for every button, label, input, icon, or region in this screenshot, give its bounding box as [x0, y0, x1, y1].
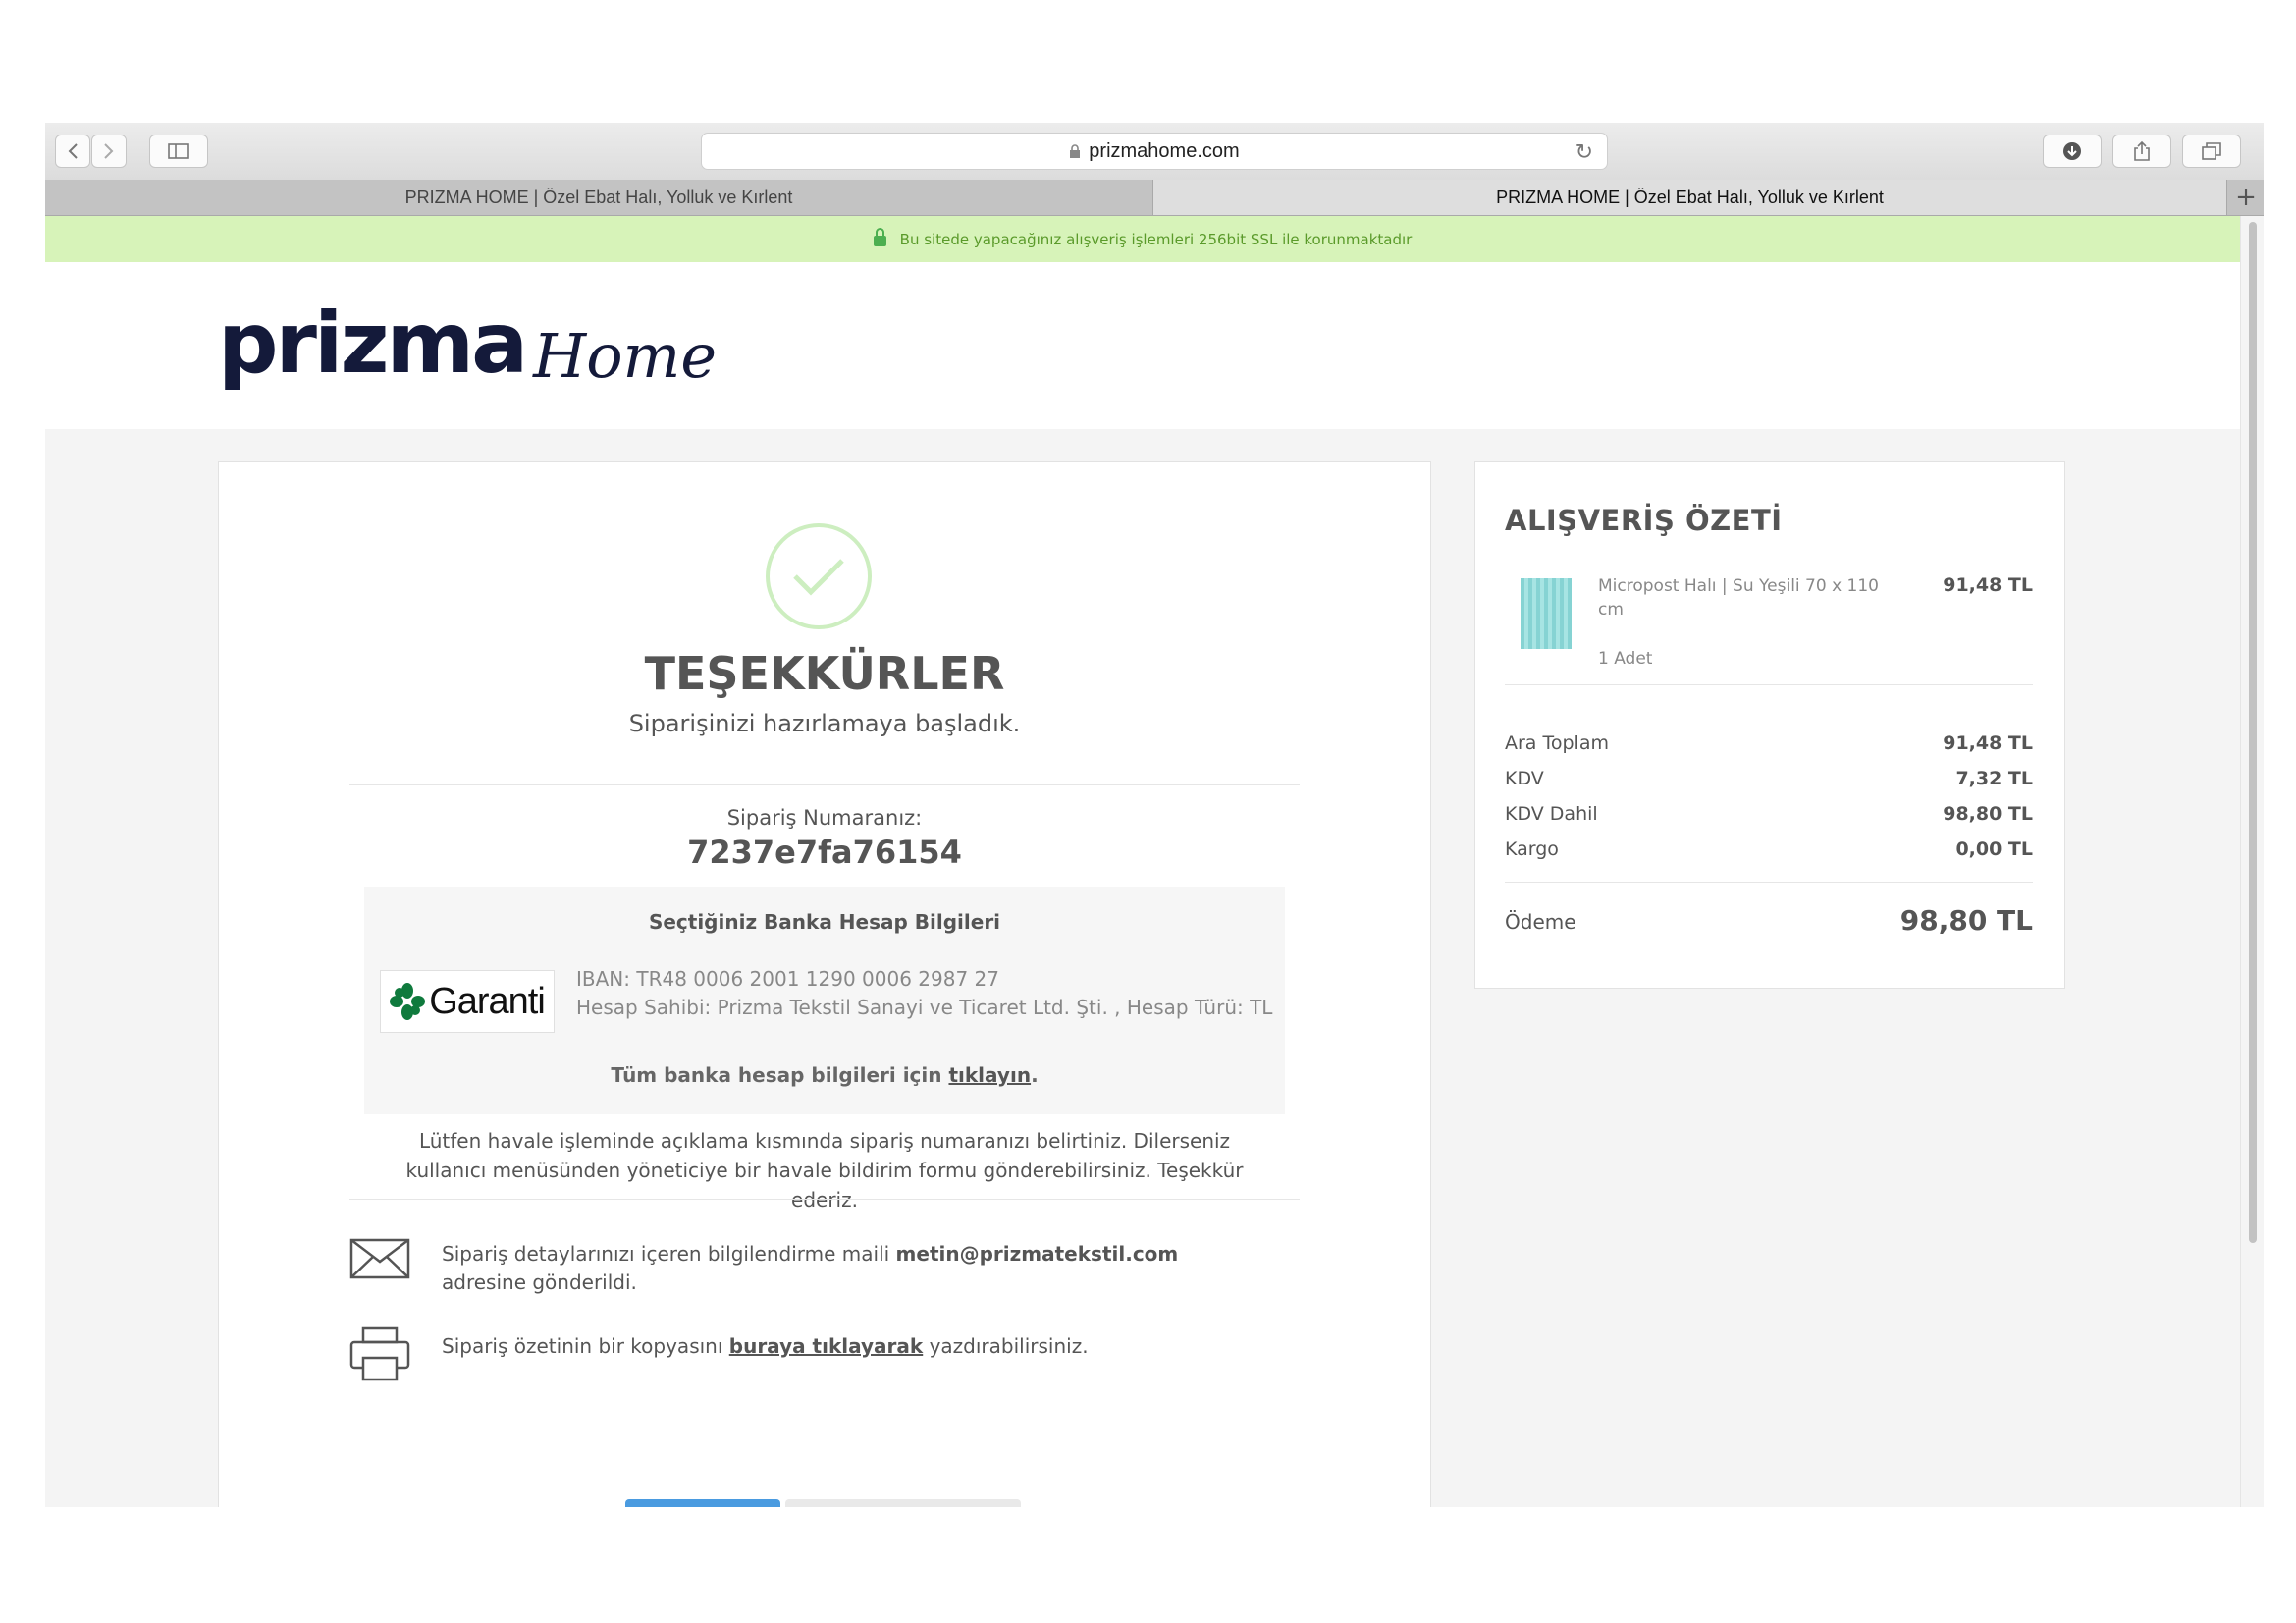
summary-row-label: KDV [1505, 768, 1544, 789]
all-accounts-prefix: Tüm banka hesap bilgileri için [611, 1063, 949, 1087]
product-name[interactable]: Micropost Halı | Su Yeşili 70 x 110 cm [1598, 574, 1893, 622]
tabs-icon [2202, 142, 2221, 160]
site-logo[interactable]: prizma Home [218, 295, 717, 393]
garanti-logo: Garanti [380, 970, 555, 1033]
all-accounts-suffix: . [1031, 1063, 1039, 1087]
tab-title: PRIZMA HOME | Özel Ebat Halı, Yolluk ve … [404, 187, 793, 207]
summary-row-subtotal: Ara Toplam 91,48 TL [1505, 732, 2033, 762]
logo-brand: prizma [218, 295, 528, 393]
download-icon [2063, 142, 2081, 160]
address-bar[interactable]: prizmahome.com ↻ [701, 133, 1608, 170]
primary-button[interactable] [625, 1499, 780, 1507]
summary-row-vat: KDV 7,32 TL [1505, 768, 2033, 797]
downloads-button[interactable] [2043, 135, 2102, 168]
product-quantity: 1 Adet [1598, 649, 1653, 669]
back-button[interactable] [55, 135, 90, 168]
account-holder-text: Hesap Sahibi: Prizma Tekstil Sanayi ve T… [576, 996, 1273, 1019]
order-summary-card: ALIŞVERİŞ ÖZETİ Micropost Halı | Su Yeşi… [1474, 461, 2065, 989]
new-tab-button[interactable]: + [2226, 180, 2264, 215]
tab-title: PRIZMA HOME | Özel Ebat Halı, Yolluk ve … [1496, 187, 1884, 207]
check-icon [766, 523, 872, 629]
divider [349, 784, 1300, 785]
summary-row-label: Ara Toplam [1505, 732, 1609, 754]
print-info-text: Sipariş özetinin bir kopyasını buraya tı… [442, 1334, 1256, 1358]
summary-row-value: 98,80 TL [1943, 803, 2033, 825]
print-link[interactable]: buraya tıklayarak [729, 1334, 923, 1358]
tab-strip: PRIZMA HOME | Özel Ebat Halı, Yolluk ve … [45, 180, 2264, 216]
summary-row-label: KDV Dahil [1505, 803, 1598, 825]
tab-prizma-2[interactable]: PRIZMA HOME | Özel Ebat Halı, Yolluk ve … [1153, 180, 2226, 215]
browser-window: prizmahome.com ↻ PRIZMA HOME | Özel Ebat… [45, 123, 2264, 1507]
summary-total-value: 98,80 TL [1899, 904, 2033, 937]
bank-info-box: Seçtiğiniz Banka Hesap Bilgileri Garanti… [364, 887, 1285, 1114]
bank-info-title: Seçtiğiniz Banka Hesap Bilgileri [648, 910, 1001, 934]
scrollbar-thumb[interactable] [2249, 222, 2257, 1243]
chevron-left-icon [68, 143, 78, 159]
forward-button[interactable] [91, 135, 127, 168]
summary-divider [1505, 882, 2033, 883]
thanks-title: TEŞEKKÜRLER [644, 647, 1005, 700]
tab-prizma-1[interactable]: PRIZMA HOME | Özel Ebat Halı, Yolluk ve … [45, 180, 1153, 215]
page-content: Bu sitede yapacağınız alışveriş işlemler… [45, 216, 2240, 1507]
chevron-right-icon [104, 143, 114, 159]
clover-icon [390, 983, 426, 1020]
summary-title: ALIŞVERİŞ ÖZETİ [1505, 504, 1783, 537]
lock-icon [873, 228, 886, 246]
product-thumbnail[interactable] [1521, 578, 1572, 649]
envelope-icon [349, 1238, 410, 1279]
lock-icon [1070, 143, 1081, 158]
mail-prefix: Sipariş detaylarınızı içeren bilgilendir… [442, 1242, 896, 1266]
share-button[interactable] [2112, 135, 2171, 168]
order-confirmation-card: TEŞEKKÜRLER Siparişinizi hazırlamaya baş… [218, 461, 1431, 1507]
order-number: 7237e7fa76154 [687, 834, 962, 871]
all-accounts-link[interactable]: tıklayın [948, 1063, 1031, 1087]
tabs-overview-button[interactable] [2182, 135, 2241, 168]
bank-name: Garanti [429, 980, 546, 1022]
url-text: prizmahome.com [1089, 139, 1240, 162]
reload-icon[interactable]: ↻ [1575, 139, 1593, 165]
share-icon [2134, 140, 2150, 161]
sidebar-toggle-button[interactable] [149, 135, 208, 168]
ssl-notice-bar: Bu sitede yapacağınız alışveriş işlemler… [45, 216, 2240, 262]
mail-address: metin@prizmatekstil.com [895, 1242, 1179, 1266]
sidebar-icon [168, 143, 189, 159]
summary-row-vat-included: KDV Dahil 98,80 TL [1505, 803, 2033, 833]
all-accounts-line: Tüm banka hesap bilgileri için tıklayın. [364, 1063, 1285, 1087]
mail-suffix: adresine gönderildi. [442, 1271, 637, 1294]
iban-text: IBAN: TR48 0006 2001 1290 0006 2987 27 [576, 967, 1000, 991]
product-price: 91,48 TL [1943, 574, 2033, 596]
order-number-label: Sipariş Numaranız: [726, 806, 923, 830]
print-prefix: Sipariş özetinin bir kopyasını [442, 1334, 729, 1358]
summary-row-value: 7,32 TL [1955, 768, 2033, 789]
summary-row-value: 0,00 TL [1955, 839, 2033, 860]
page-scrollbar[interactable] [2240, 216, 2264, 1507]
summary-row-label: Kargo [1505, 839, 1559, 860]
summary-row-value: 91,48 TL [1943, 732, 2033, 754]
mail-info-text: Sipariş detaylarınızı içeren bilgilendir… [442, 1240, 1256, 1297]
print-suffix: yazdırabilirsiniz. [923, 1334, 1089, 1358]
secondary-button[interactable] [785, 1499, 1021, 1507]
summary-divider [1505, 684, 2033, 685]
browser-toolbar: prizmahome.com ↻ [45, 123, 2264, 181]
logo-sub: Home [533, 320, 718, 392]
transfer-note: Lütfen havale işleminde açıklama kısmınd… [405, 1129, 1244, 1212]
printer-icon [349, 1326, 410, 1381]
summary-total-label: Ödeme [1505, 910, 1576, 934]
summary-row-total: Ödeme 98,80 TL [1505, 904, 2033, 940]
thanks-subtitle: Siparişinizi hazırlamaya başladık. [628, 710, 1021, 737]
site-header: prizma Home [45, 262, 2240, 429]
divider [349, 1199, 1300, 1200]
summary-row-shipping: Kargo 0,00 TL [1505, 839, 2033, 868]
ssl-notice-text: Bu sitede yapacağınız alışveriş işlemler… [899, 230, 1413, 248]
